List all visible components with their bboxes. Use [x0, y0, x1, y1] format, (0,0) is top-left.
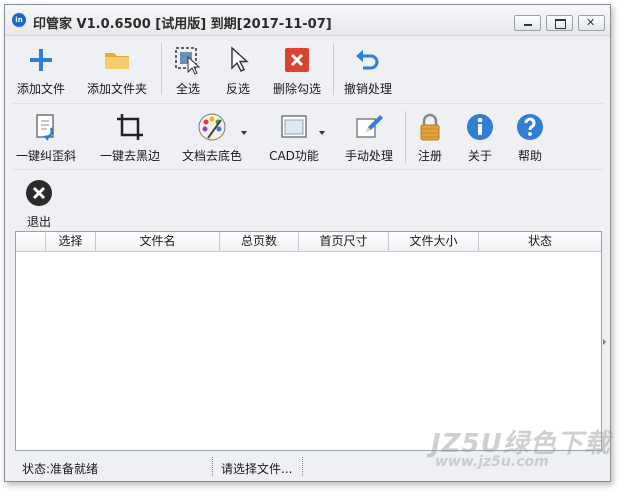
toolbar-divider — [333, 43, 334, 95]
watermark-url: www.jz5u.com — [435, 454, 549, 470]
invert-selection-label: 反选 — [225, 82, 250, 96]
cad-button[interactable]: CAD功能 — [263, 106, 325, 166]
delete-x-icon — [282, 45, 312, 75]
add-folder-label: 添加文件夹 — [86, 82, 147, 96]
toolbar-row-divider — [13, 169, 603, 170]
maximize-button[interactable] — [546, 15, 573, 31]
column-header-select[interactable]: 选择 — [46, 232, 96, 252]
manual-process-button[interactable]: 手动处理 — [339, 106, 399, 166]
about-button[interactable]: 关于 — [461, 106, 499, 166]
pencil-icon — [354, 112, 384, 142]
column-header-file-size[interactable]: 文件大小 — [389, 232, 479, 252]
cursor-icon — [223, 45, 253, 75]
plus-icon — [26, 45, 56, 75]
rotate-doc-icon — [31, 112, 61, 142]
delete-checked-label: 删除勾选 — [272, 82, 321, 96]
deskew-button[interactable]: 一键纠歪斜 — [13, 106, 79, 166]
folder-icon — [102, 45, 132, 75]
status-text: 状态:准备就绪 — [22, 462, 99, 476]
toolbar-row-divider — [13, 103, 603, 104]
remove-background-dropdown-icon[interactable] — [241, 131, 247, 135]
delete-checked-button[interactable]: 删除勾选 — [267, 39, 327, 99]
side-panel-toggle-icon[interactable] — [603, 339, 606, 345]
remove-background-label: 文档去底色 — [181, 149, 242, 163]
status-hint: 请选择文件... — [221, 462, 293, 476]
remove-background-button[interactable]: 文档去底色 — [177, 106, 247, 166]
app-logo-icon: in — [12, 13, 26, 27]
column-header-filename[interactable]: 文件名 — [96, 232, 220, 252]
help-label: 帮助 — [517, 149, 542, 163]
app-window: in 印管家 V1.0.6500 [试用版] 到期[2017-11-07] 添加… — [4, 4, 611, 482]
window-title: 印管家 V1.0.6500 [试用版] 到期[2017-11-07] — [33, 17, 332, 32]
register-button[interactable]: 注册 — [411, 106, 449, 166]
select-all-label: 全选 — [175, 82, 200, 96]
exit-button[interactable]: 退出 — [17, 172, 61, 232]
file-list-table[interactable]: 选择 文件名 总页数 首页尺寸 文件大小 状态 — [15, 231, 602, 451]
minimize-button[interactable] — [514, 15, 541, 31]
column-header-index[interactable] — [16, 232, 46, 252]
about-label: 关于 — [467, 149, 492, 163]
add-file-label: 添加文件 — [16, 82, 65, 96]
title-bar: in 印管家 V1.0.6500 [试用版] 到期[2017-11-07] — [5, 5, 610, 36]
undo-arrow-icon — [353, 45, 383, 75]
status-divider — [212, 457, 213, 476]
crop-icon — [115, 112, 145, 142]
undo-button[interactable]: 撤销处理 — [339, 39, 397, 99]
close-button[interactable] — [578, 15, 605, 31]
invert-selection-button[interactable]: 反选 — [217, 39, 259, 99]
select-all-icon — [173, 45, 203, 75]
info-icon — [465, 112, 495, 142]
toolbar-divider — [405, 111, 406, 163]
help-icon — [515, 112, 545, 142]
exit-label: 退出 — [26, 215, 51, 229]
cad-window-icon — [279, 112, 309, 142]
status-divider — [302, 457, 303, 476]
remove-black-border-button[interactable]: 一键去黑边 — [95, 106, 165, 166]
column-header-status[interactable]: 状态 — [479, 232, 601, 252]
exit-icon — [24, 178, 54, 208]
cad-dropdown-icon[interactable] — [319, 131, 325, 135]
register-label: 注册 — [417, 149, 442, 163]
column-header-first-page-size[interactable]: 首页尺寸 — [299, 232, 389, 252]
add-folder-button[interactable]: 添加文件夹 — [83, 39, 151, 99]
remove-black-border-label: 一键去黑边 — [99, 149, 160, 163]
toolbar-divider — [161, 43, 162, 95]
cad-label: CAD功能 — [269, 149, 319, 163]
manual-process-label: 手动处理 — [344, 149, 393, 163]
undo-label: 撤销处理 — [343, 82, 392, 96]
add-file-button[interactable]: 添加文件 — [13, 39, 69, 99]
column-header-page-count[interactable]: 总页数 — [220, 232, 299, 252]
select-all-button[interactable]: 全选 — [167, 39, 209, 99]
help-button[interactable]: 帮助 — [511, 106, 549, 166]
deskew-label: 一键纠歪斜 — [15, 149, 76, 163]
palette-icon — [197, 112, 227, 142]
table-header: 选择 文件名 总页数 首页尺寸 文件大小 状态 — [16, 232, 601, 252]
lock-icon — [415, 112, 445, 142]
